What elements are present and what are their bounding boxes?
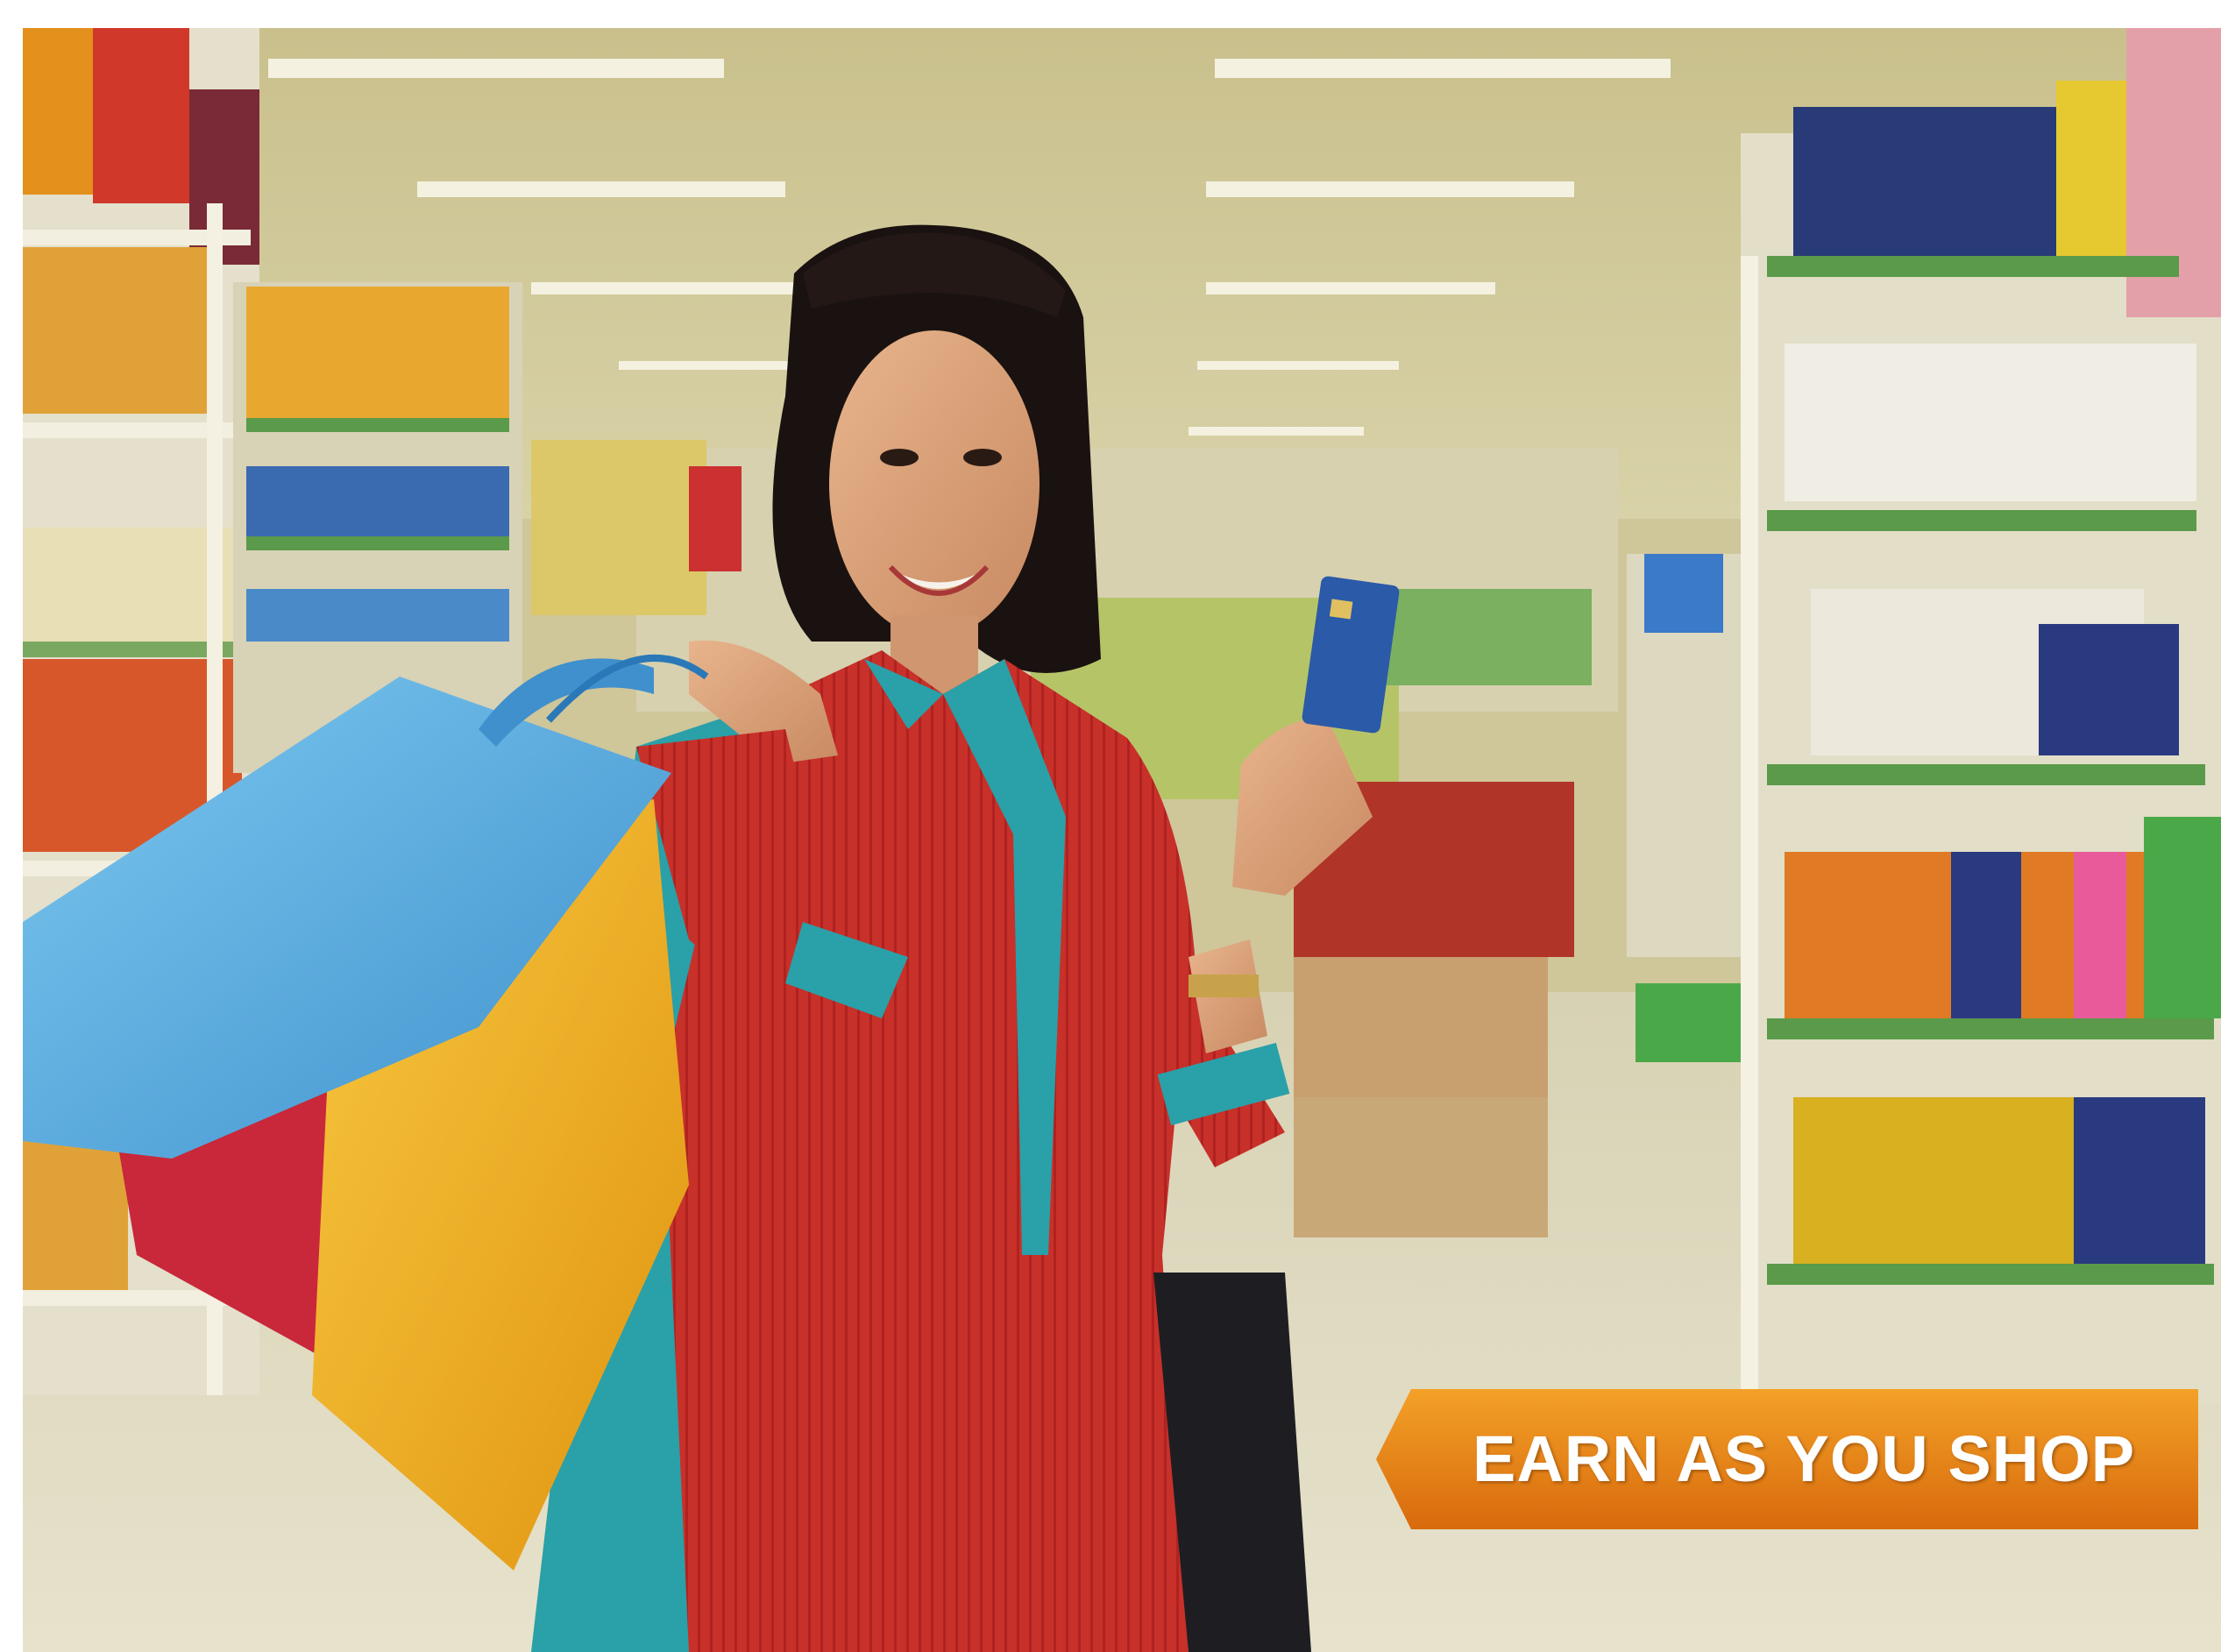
banner-headline: EARN AS YOU SHOP — [1472, 1422, 2136, 1495]
right-shelves — [1741, 28, 2221, 1404]
earn-as-you-shop-banner: EARN AS YOU SHOP — [1376, 1389, 2198, 1529]
